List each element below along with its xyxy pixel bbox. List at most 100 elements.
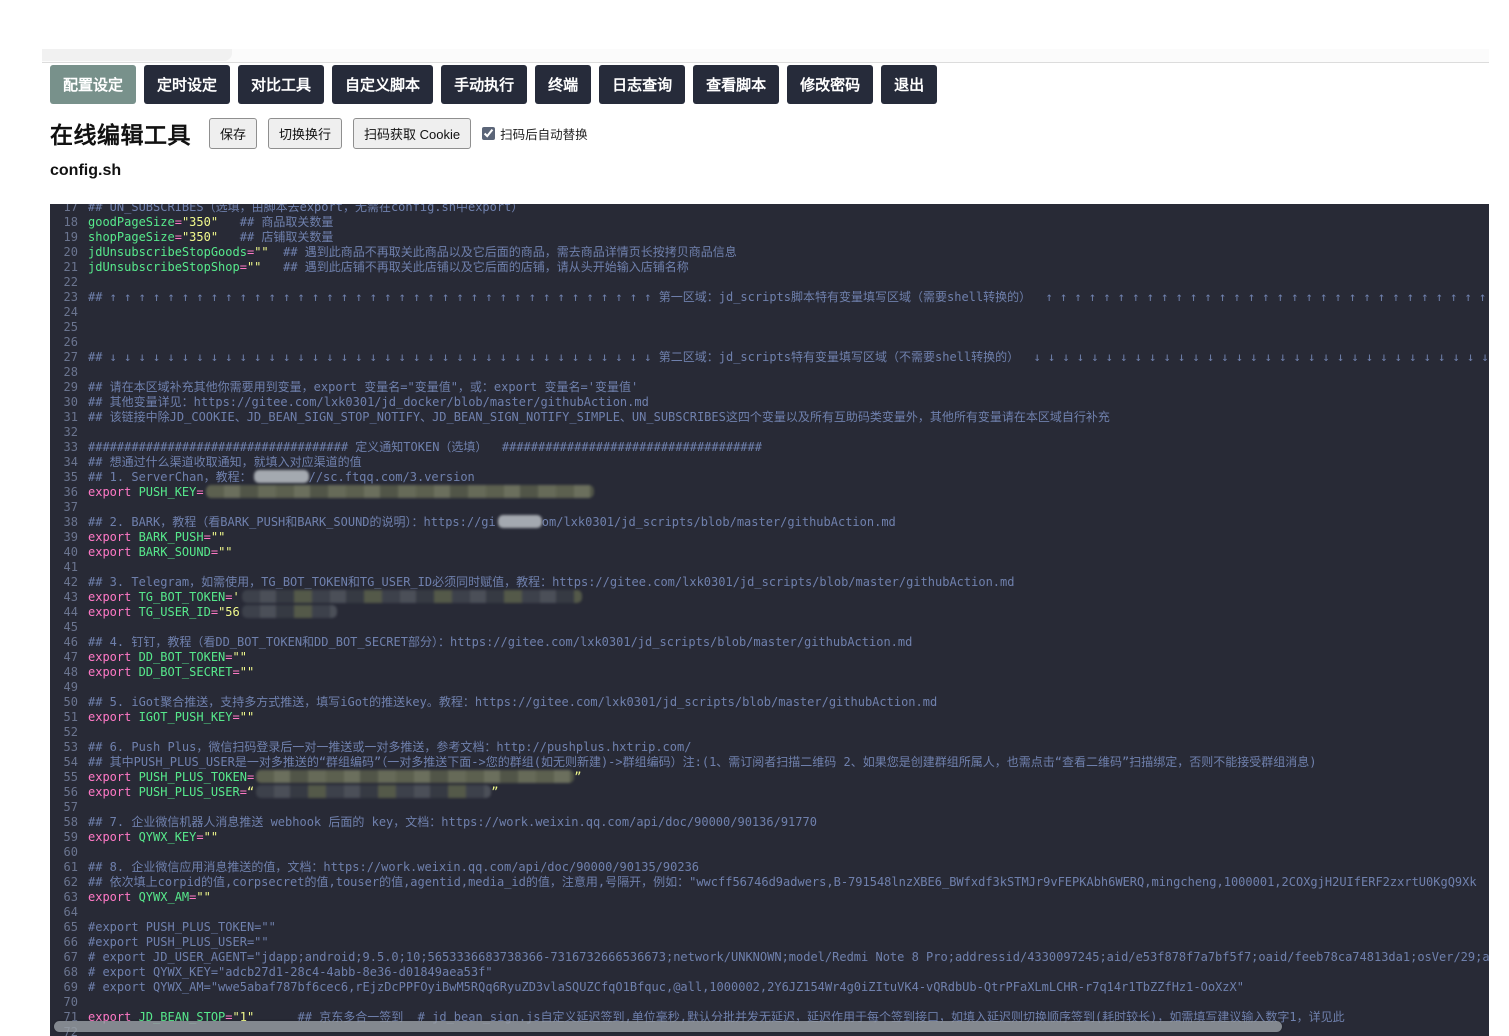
code-line: 55 export PUSH_PLUS_TOKEN= ” [50, 770, 1489, 785]
code-token: = [196, 485, 204, 499]
line-number: 62 [63, 875, 78, 889]
horizontal-scrollbar-thumb[interactable] [54, 1021, 1282, 1032]
code-line: 31 ## 该链接中除JD_COOKIE、JD_BEAN_SIGN_STOP_NO… [50, 410, 1489, 425]
code-token: "" [239, 665, 255, 679]
line-number: 66 [63, 935, 78, 949]
code-editor[interactable]: 17 ## UN_SUBSCRIBES（选填，由脚本去export，无需在conf… [50, 204, 1489, 1036]
code-token: ## 遇到此商品不再取关此商品以及它后面的商品，需去商品详情页长按拷贝商品信息 [283, 245, 737, 259]
code-line: 27 ## ↓ ↓ ↓ ↓ ↓ ↓ ↓ ↓ ↓ ↓ ↓ ↓ ↓ ↓ ↓ ↓ ↓ ↓… [50, 350, 1489, 365]
code-token: # export QYWX_AM="wwe5abaf787bf6cec6,rEj… [88, 980, 1244, 994]
code-line: 60 [50, 845, 1489, 860]
scan-cookie-button[interactable]: 扫码获取 Cookie [353, 117, 472, 149]
nav-button[interactable]: 自定义脚本 [332, 65, 434, 104]
code-line: 35 ## 1. ServerChan，教程： //sc.ftqq.com/3.ve… [50, 470, 1489, 485]
code-token: export [88, 485, 139, 499]
code-line: 38 ## 2. BARK，教程（看BARK_PUSH和BARK_SOUND的说明… [50, 515, 1489, 530]
line-number: 20 [63, 245, 78, 259]
code-token: export [88, 650, 139, 664]
nav-button[interactable]: 手动执行 [441, 65, 528, 104]
code-token: "" [218, 545, 233, 559]
code-token: = [225, 650, 233, 664]
code-token: ” [491, 785, 499, 799]
save-button[interactable]: 保存 [209, 117, 258, 149]
code-token: = [232, 710, 240, 724]
toggle-wrap-button[interactable]: 切换换行 [268, 117, 343, 149]
line-number: 63 [63, 890, 78, 904]
redacted-value [205, 485, 594, 498]
line-number: 24 [63, 305, 78, 319]
code-token: = [196, 830, 204, 844]
code-line: 19 shopPageSize="350" ## 店铺取关数量 [50, 230, 1489, 245]
auto-replace-option[interactable]: 扫码后自动替换 [482, 124, 588, 143]
line-number: 32 [63, 425, 78, 439]
code-line: 66 #export PUSH_PLUS_USER="" [50, 935, 1489, 950]
line-number: 57 [63, 800, 78, 814]
code-token: #export PUSH_PLUS_USER="" [88, 935, 269, 949]
nav: 配置设定 定时设定 对比工具 自定义脚本 手动执行 终端 日志查询 查看脚本 修改密码 退出 [50, 65, 938, 104]
line-number: 28 [63, 365, 78, 379]
code-line: 40 export BARK_SOUND="" [50, 545, 1489, 560]
code-token: TG_BOT_TOKEN [138, 590, 226, 604]
code-token: = [246, 770, 255, 784]
code-line: 41 [50, 560, 1489, 575]
line-number: 68 [63, 965, 78, 979]
code-line: 28 [50, 365, 1489, 380]
code-token: PUSH_PLUS_TOKEN [138, 770, 247, 784]
code-line: 26 [50, 335, 1489, 350]
nav-button[interactable]: 退出 [881, 65, 938, 104]
code-token: ## 4. 钉钉，教程（看DD_BOT_TOKEN和DD_BOT_SECRET部… [88, 635, 913, 649]
code-line: 24 [50, 305, 1489, 320]
code-line: 70 [50, 995, 1489, 1010]
line-number: 50 [63, 695, 78, 709]
code-token: = [174, 230, 182, 244]
code-token: ## 请在本区域补充其他你需要用到变量，export 变量名="变量值"，或：e… [88, 380, 639, 394]
line-number: 51 [63, 710, 78, 724]
line-number: 31 [63, 410, 78, 424]
code-line: 58 ## 7. 企业微信机器人消息推送 webhook 后面的 key，文档：h… [50, 815, 1489, 830]
redacted-value [256, 770, 575, 783]
code-token: ## 遇到此店铺不再取关此店铺以及它后面的店铺，请从头开始输入店铺名称 [283, 260, 689, 274]
code-token: ## 依次填上corpid的值,corpsecret的值,touser的值,ag… [88, 875, 1477, 889]
nav-button[interactable]: 对比工具 [238, 65, 325, 104]
code-line: 45 [50, 620, 1489, 635]
auto-replace-checkbox[interactable] [482, 126, 496, 140]
toolbar: 在线编辑工具 保存 切换换行 扫码获取 Cookie 扫码后自动替换 [50, 116, 588, 150]
nav-button[interactable]: 定时设定 [144, 65, 231, 104]
code-line: 43 export TG_BOT_TOKEN=' [50, 590, 1489, 605]
code-token: ## 店铺取关数量 [239, 230, 334, 244]
line-number: 19 [63, 230, 78, 244]
code-token: //sc.ftqq.com/3.version [308, 470, 475, 484]
code-token: export [88, 710, 139, 724]
line-number: 64 [63, 905, 78, 919]
code-token: “ [246, 785, 255, 799]
line-number: 22 [63, 275, 78, 289]
line-number: 60 [63, 845, 78, 859]
code-token: ## 8. 企业微信应用消息推送的值，文档：https://work.weixi… [88, 860, 700, 874]
line-number: 70 [63, 995, 78, 1009]
code-token: = [239, 260, 247, 274]
nav-button[interactable]: 修改密码 [787, 65, 874, 104]
code-token: ## 5. iGot聚合推送，支持多方式推送，填写iGot的推送key。教程：h… [88, 695, 938, 709]
code-token: BARK_PUSH [138, 530, 204, 544]
line-number: 42 [63, 575, 78, 589]
code-token: #################################### 定义通… [88, 440, 762, 454]
code-token: export [88, 665, 139, 679]
code-token: "" [239, 710, 255, 724]
redacted-value [256, 785, 492, 798]
code-line: 50 ## 5. iGot聚合推送，支持多方式推送，填写iGot的推送key。教程… [50, 695, 1489, 710]
nav-button[interactable]: 查看脚本 [693, 65, 780, 104]
nav-button[interactable]: 配置设定 [50, 65, 137, 104]
code-line: 48 export DD_BOT_SECRET="" [50, 665, 1489, 680]
code-token: export [88, 830, 139, 844]
nav-button[interactable]: 终端 [535, 65, 592, 104]
code-line: 62 ## 依次填上corpid的值,corpsecret的值,touser的值,… [50, 875, 1489, 890]
nav-button[interactable]: 日志查询 [599, 65, 686, 104]
code-line: 46 ## 4. 钉钉，教程（看DD_BOT_TOKEN和DD_BOT_SECRE… [50, 635, 1489, 650]
line-number: 58 [63, 815, 78, 829]
line-number: 35 [63, 470, 78, 484]
code-token: "" [203, 830, 219, 844]
code-token: PUSH_PLUS_USER [138, 785, 240, 799]
code-token: ## 7. 企业微信机器人消息推送 webhook 后面的 key，文档：htt… [88, 815, 817, 829]
line-number: 48 [63, 665, 78, 679]
